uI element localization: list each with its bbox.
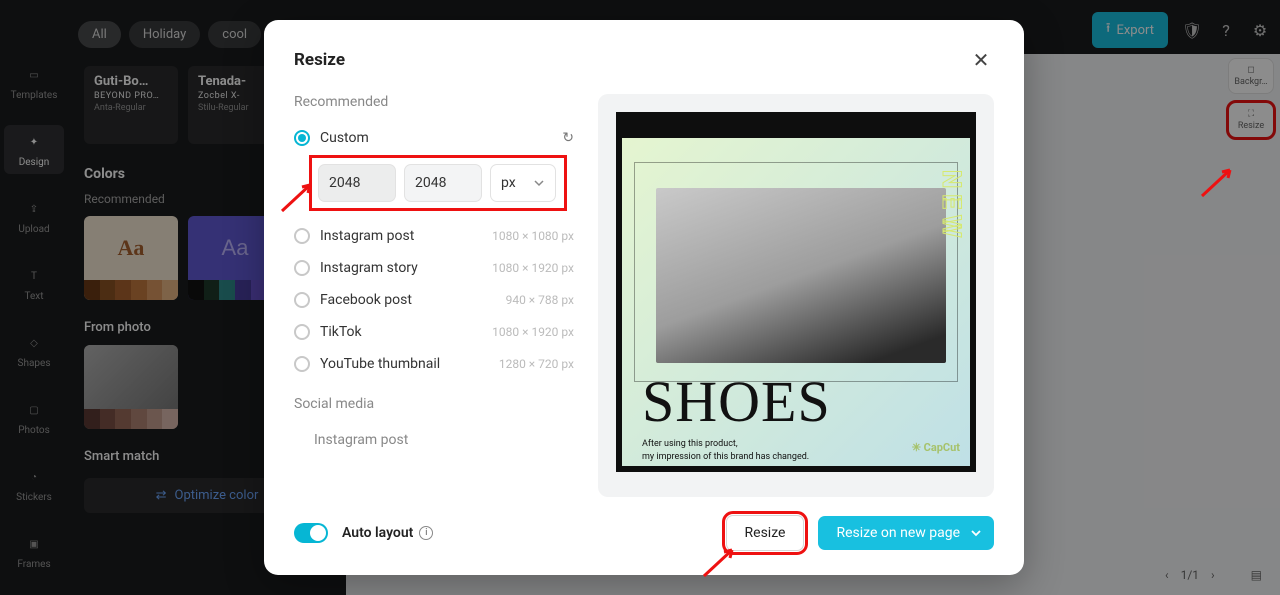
custom-size-inputs: px: [314, 160, 562, 206]
height-input[interactable]: [404, 164, 482, 202]
resize-button[interactable]: Resize: [726, 515, 805, 551]
resize-preview: NEW SHOES After using this product, my i…: [598, 94, 994, 497]
width-input[interactable]: [318, 164, 396, 202]
option-tiktok[interactable]: TikTok 1080 × 1920 px: [294, 316, 574, 348]
radio-ig-post[interactable]: [294, 228, 310, 244]
close-button[interactable]: ✕: [968, 48, 994, 72]
option-instagram-post[interactable]: Instagram post 1080 × 1080 px: [294, 220, 574, 252]
auto-layout-label: Auto layout i: [342, 525, 433, 541]
recommended-label: Recommended: [294, 94, 574, 110]
preview-new-text: NEW: [936, 170, 966, 244]
info-icon[interactable]: i: [419, 526, 433, 540]
resize-options-col: Recommended Custom ↻ px Instagram post 1…: [294, 94, 574, 497]
preview-sub: After using this product, my impression …: [642, 438, 809, 463]
chevron-down-icon: [970, 527, 982, 539]
chevron-down-icon: [533, 177, 545, 189]
preview-canvas: NEW SHOES After using this product, my i…: [616, 112, 976, 472]
unit-select[interactable]: px: [490, 164, 556, 202]
radio-fb-post[interactable]: [294, 292, 310, 308]
radio-yt-thumb[interactable]: [294, 356, 310, 372]
radio-custom[interactable]: [294, 130, 310, 146]
resize-modal: Resize ✕ Recommended Custom ↻ px Instagr…: [264, 20, 1024, 575]
radio-ig-story[interactable]: [294, 260, 310, 276]
social-media-label: Social media: [294, 396, 574, 412]
modal-footer: Auto layout i Resize Resize on new page: [294, 497, 994, 551]
radio-tiktok[interactable]: [294, 324, 310, 340]
option-custom[interactable]: Custom ↻: [294, 122, 574, 154]
resize-new-page-button[interactable]: Resize on new page: [818, 516, 994, 550]
modal-title: Resize: [294, 50, 345, 70]
option-instagram-story[interactable]: Instagram story 1080 × 1920 px: [294, 252, 574, 284]
option-facebook-post[interactable]: Facebook post 940 × 788 px: [294, 284, 574, 316]
preview-brand: ✳ CapCut: [912, 441, 960, 454]
preview-design: NEW SHOES After using this product, my i…: [622, 138, 970, 466]
social-instagram-post[interactable]: Instagram post: [294, 424, 574, 456]
auto-layout-toggle[interactable]: [294, 523, 328, 543]
option-youtube-thumb[interactable]: YouTube thumbnail 1280 × 720 px: [294, 348, 574, 380]
preview-photo-icon: [656, 188, 946, 363]
preview-headline: SHOES: [642, 368, 831, 435]
reset-icon[interactable]: ↻: [562, 130, 574, 146]
